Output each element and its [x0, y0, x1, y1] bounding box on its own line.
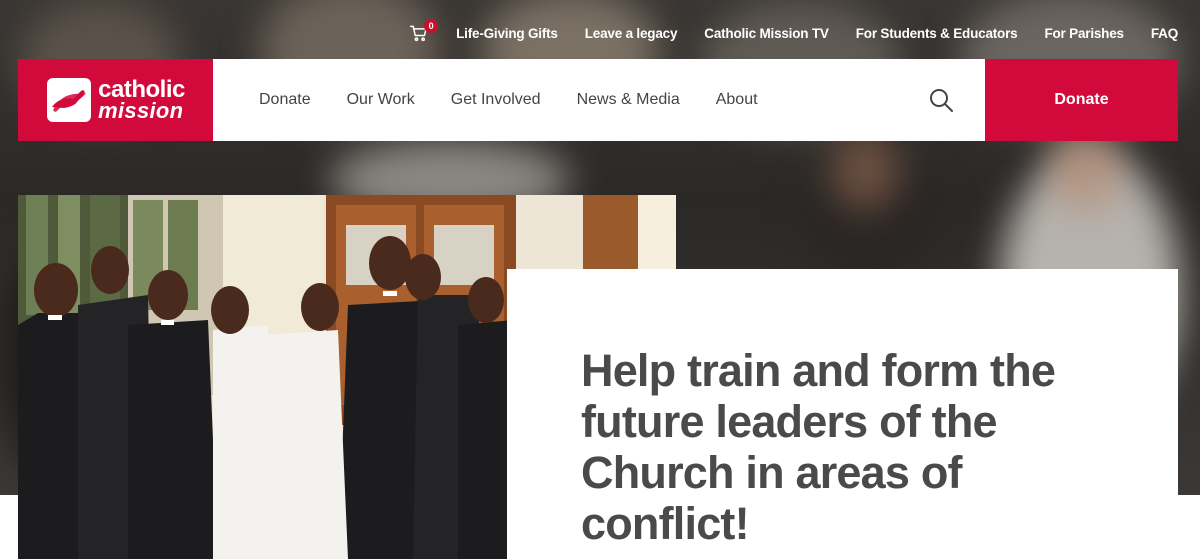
donate-button[interactable]: Donate [985, 59, 1178, 141]
logo-line-1: catholic [98, 76, 185, 103]
hero-headline: Help train and form the future leaders o… [581, 345, 1056, 549]
hero-headline-card: Help train and form the future leaders o… [507, 269, 1178, 559]
site-logo[interactable]: catholic mission [18, 59, 213, 141]
nav-item-news-media[interactable]: News & Media [577, 91, 680, 109]
cart-count-badge: 0 [424, 19, 439, 33]
nav-item-donate[interactable]: Donate [259, 91, 311, 109]
utility-link-students-educators[interactable]: For Students & Educators [856, 26, 1018, 41]
search-button[interactable] [928, 87, 954, 113]
nav-item-about[interactable]: About [716, 91, 758, 109]
utility-nav: 0 Life-Giving Gifts Leave a legacy Catho… [409, 19, 1178, 44]
utility-link-catholic-mission-tv[interactable]: Catholic Mission TV [704, 26, 829, 41]
logo-line-2: mission [98, 98, 184, 123]
utility-link-leave-a-legacy[interactable]: Leave a legacy [585, 26, 678, 41]
search-icon [930, 89, 953, 112]
main-nav: Donate Our Work Get Involved News & Medi… [259, 91, 758, 109]
logo-hands-icon [47, 78, 92, 122]
utility-link-life-giving-gifts[interactable]: Life-Giving Gifts [456, 26, 558, 41]
nav-item-get-involved[interactable]: Get Involved [451, 91, 541, 109]
utility-link-faq[interactable]: FAQ [1151, 26, 1178, 41]
cart-button[interactable]: 0 [409, 19, 439, 43]
main-header: catholic mission Donate Our Work Get Inv… [18, 59, 1178, 141]
nav-item-our-work[interactable]: Our Work [347, 91, 415, 109]
utility-link-parishes[interactable]: For Parishes [1044, 26, 1124, 41]
logo-wordmark: catholic mission [98, 76, 185, 123]
